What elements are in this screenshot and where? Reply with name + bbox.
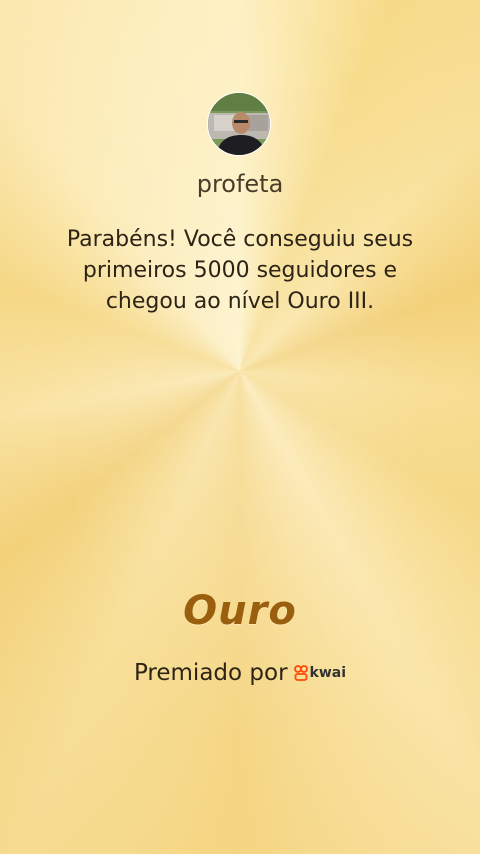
kwai-logo: kwai xyxy=(293,665,347,681)
avatar[interactable] xyxy=(207,92,271,156)
congratulations-message: Parabéns! Você conseguiu seus primeiros … xyxy=(66,227,414,314)
username: profeta xyxy=(196,170,284,198)
kwai-logo-icon xyxy=(293,665,308,681)
achievement-card-screen: profeta Parabéns! Você conseguiu seus pr… xyxy=(0,0,480,854)
avatar-photo xyxy=(208,93,270,155)
awarded-by-row: Premiado por kwai xyxy=(0,660,480,686)
awarded-by-label: Premiado por xyxy=(133,660,288,686)
kwai-brand-name: kwai xyxy=(309,665,347,681)
level-title: Ouro xyxy=(183,588,297,634)
